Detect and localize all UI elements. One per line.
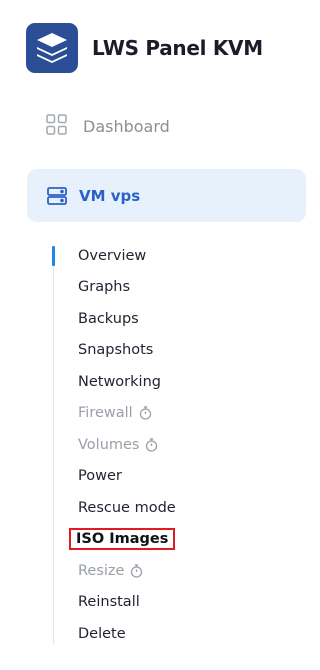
nav-item-label: VM vps <box>79 186 141 205</box>
submenu-item-label: Delete <box>78 625 126 642</box>
nav-item-vm-vps[interactable]: VM vps <box>27 169 306 222</box>
submenu-item-reinstall[interactable]: Reinstall <box>78 587 176 619</box>
submenu-item-label: Networking <box>78 373 161 390</box>
submenu-item-label: Backups <box>78 310 139 327</box>
stack-layers-icon <box>26 23 78 73</box>
brand-name: LWS Panel KVM <box>92 36 263 60</box>
submenu-item-label: Power <box>78 468 122 485</box>
submenu-item-volumes[interactable]: Volumes <box>78 429 176 461</box>
submenu-active-indicator <box>52 246 55 266</box>
submenu-item-label: Rescue mode <box>78 499 176 516</box>
submenu-item-backups[interactable]: Backups <box>78 303 176 335</box>
submenu-item-delete[interactable]: Delete <box>78 618 176 650</box>
submenu-item-label: Overview <box>78 247 147 264</box>
submenu-track <box>53 246 54 644</box>
submenu: Overview Graphs Backups Snapshots Networking… <box>69 240 176 650</box>
stopwatch-icon <box>139 406 152 420</box>
submenu-item-graphs[interactable]: Graphs <box>78 272 176 304</box>
stopwatch-icon <box>130 564 143 578</box>
submenu-item-label: Volumes <box>78 436 140 453</box>
submenu-item-resize[interactable]: Resize <box>78 555 176 587</box>
submenu-item-label: Reinstall <box>78 594 140 611</box>
submenu-item-iso-images[interactable]: ISO Images <box>69 524 176 556</box>
submenu-item-label: Snapshots <box>78 342 154 359</box>
nav-item-label: Dashboard <box>83 117 170 136</box>
grid-icon <box>46 114 67 139</box>
stopwatch-icon <box>145 438 158 452</box>
server-icon <box>47 186 67 205</box>
submenu-item-snapshots[interactable]: Snapshots <box>78 335 176 367</box>
nav-item-dashboard[interactable]: Dashboard <box>46 114 170 139</box>
submenu-item-label: Firewall <box>78 405 133 422</box>
submenu-item-label: Resize <box>78 562 125 579</box>
submenu-item-firewall[interactable]: Firewall <box>78 398 176 430</box>
submenu-item-rescue-mode[interactable]: Rescue mode <box>78 492 176 524</box>
submenu-item-label: ISO Images <box>69 528 176 551</box>
submenu-item-label: Graphs <box>78 279 131 296</box>
submenu-item-power[interactable]: Power <box>78 461 176 493</box>
submenu-item-overview[interactable]: Overview <box>78 240 176 272</box>
submenu-item-networking[interactable]: Networking <box>78 366 176 398</box>
brand[interactable]: LWS Panel KVM <box>26 23 263 73</box>
